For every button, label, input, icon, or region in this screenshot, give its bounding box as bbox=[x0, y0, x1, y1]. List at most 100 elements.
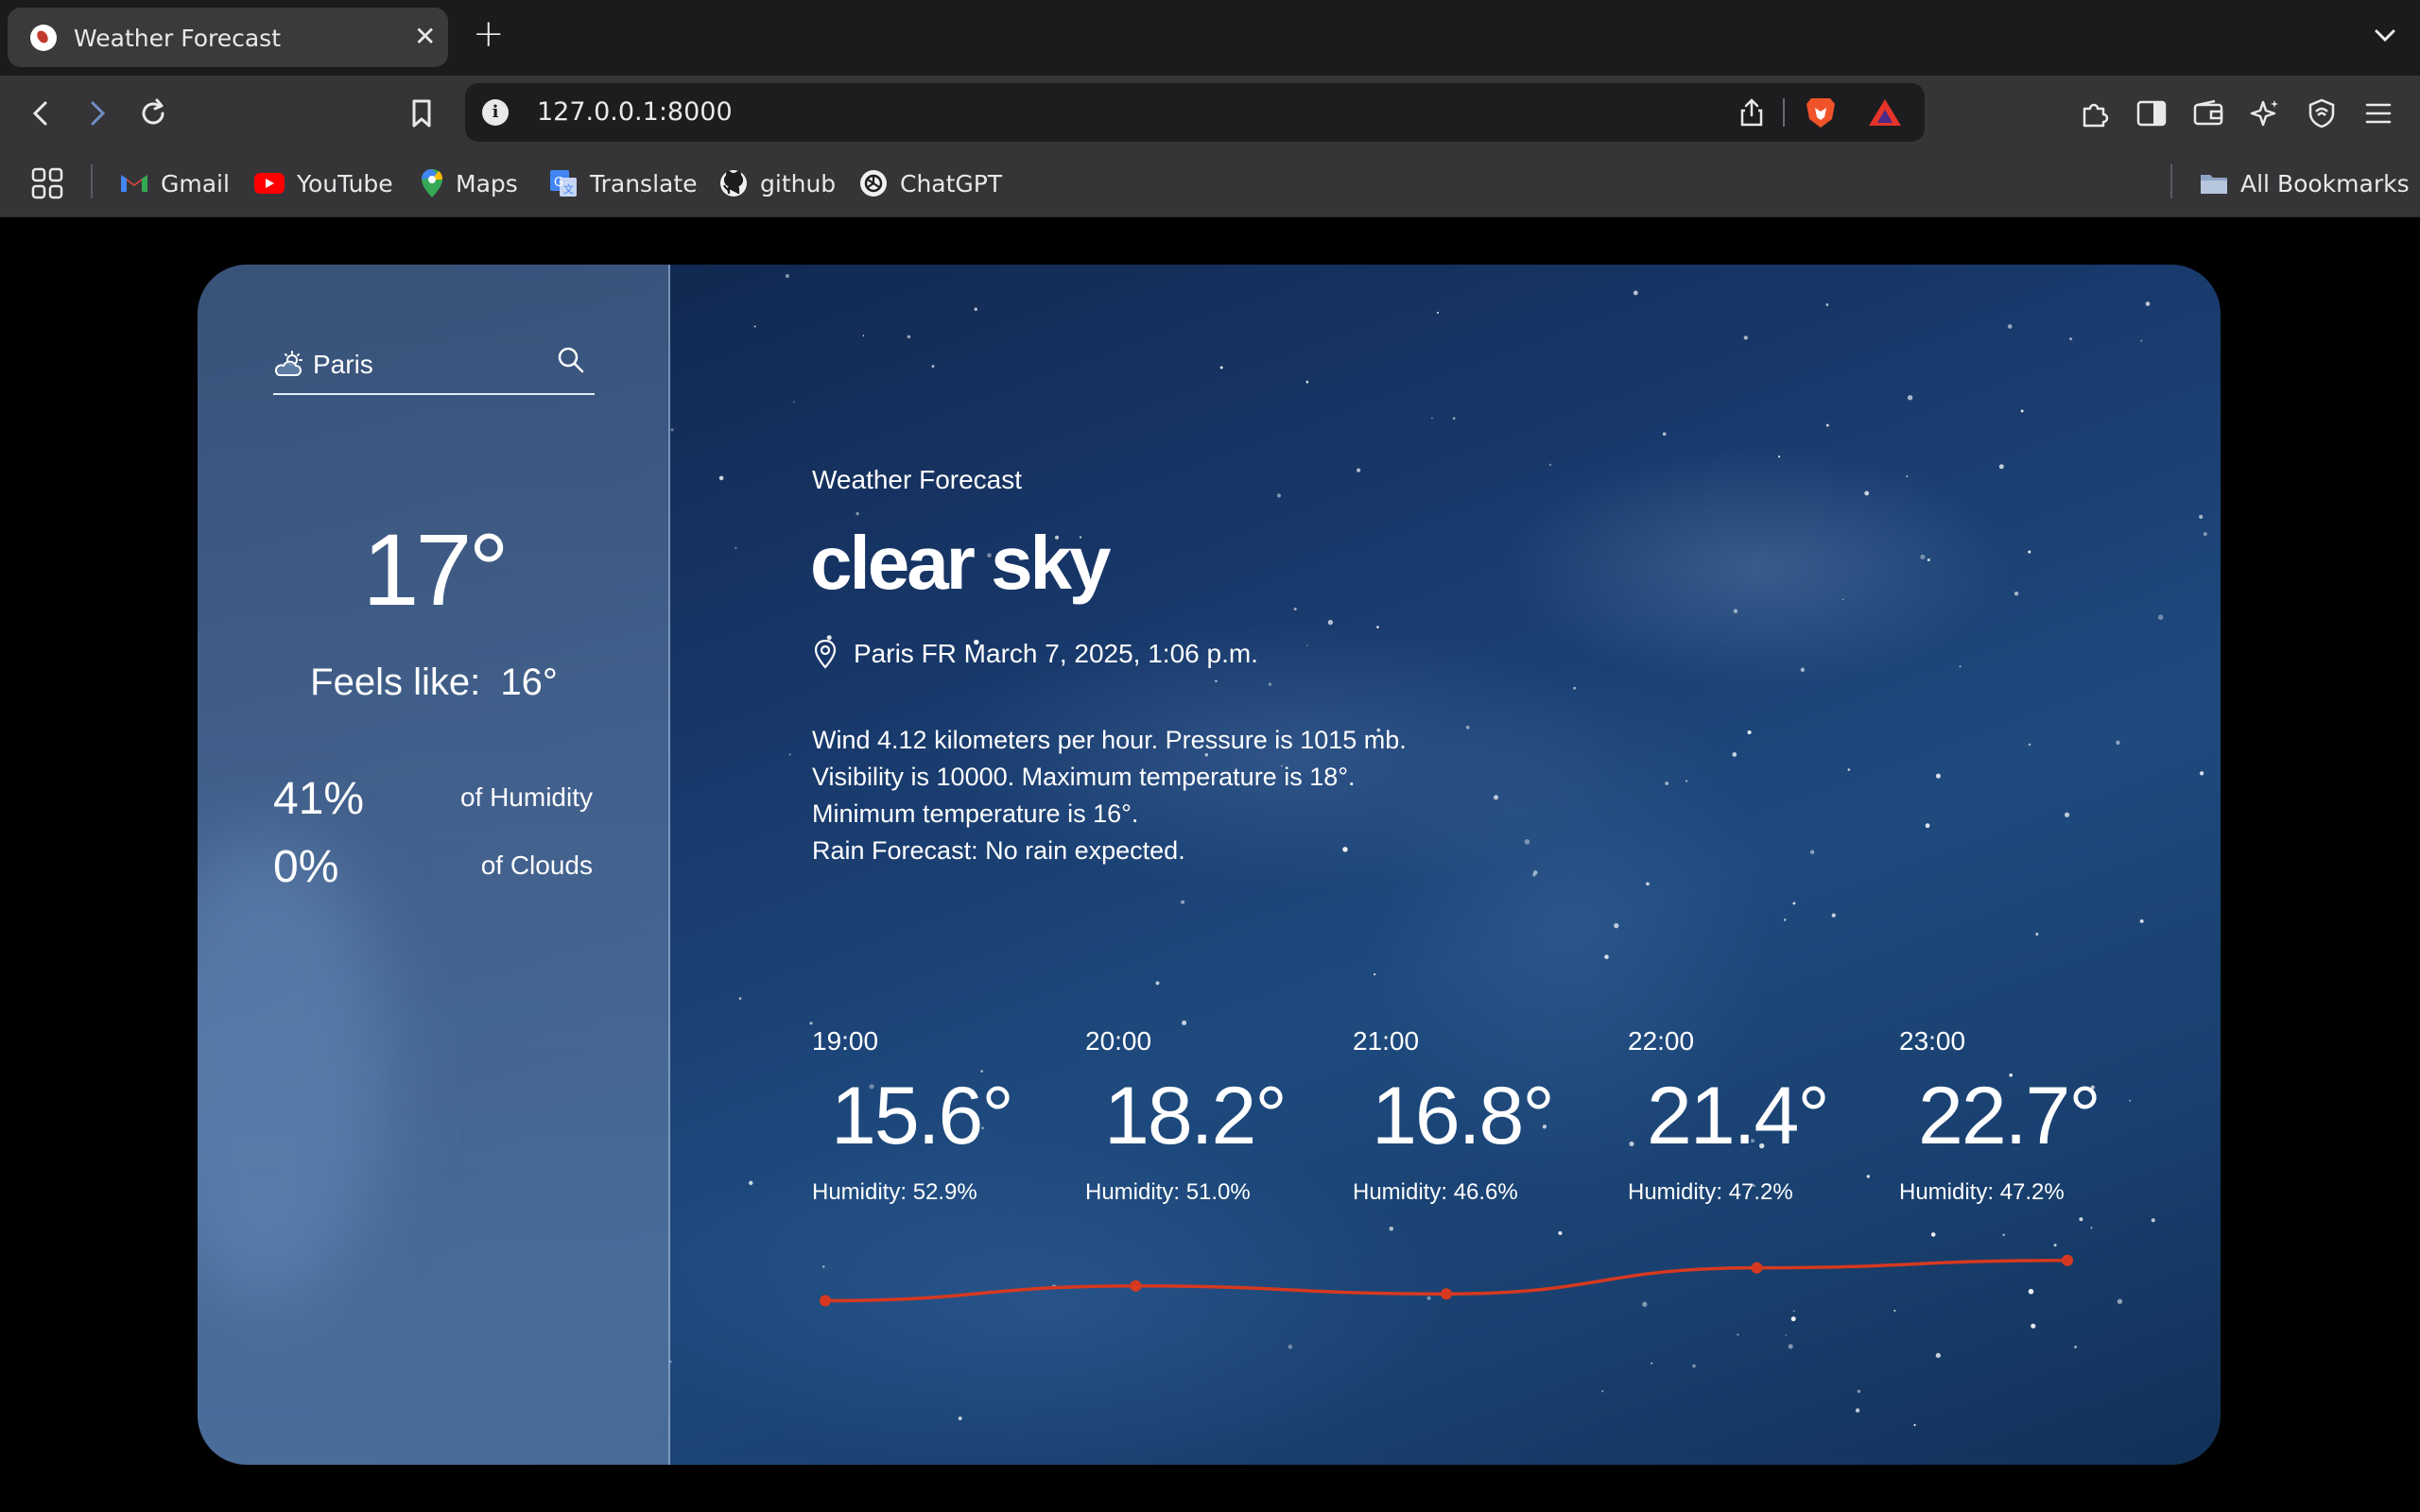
star bbox=[1825, 303, 1829, 306]
forecast-temp: 15.6° bbox=[831, 1071, 1014, 1161]
bookmark-translate[interactable]: G文 Translate bbox=[548, 166, 698, 200]
star bbox=[753, 325, 756, 328]
reload-icon[interactable] bbox=[134, 94, 172, 132]
star bbox=[821, 1264, 825, 1268]
browser-tab[interactable]: Weather Forecast ✕ bbox=[8, 8, 448, 67]
extensions-icon[interactable] bbox=[2076, 94, 2114, 132]
star bbox=[2145, 301, 2151, 306]
forecast-time: 22:00 bbox=[1628, 1026, 1695, 1056]
star bbox=[856, 511, 859, 516]
forecast-time: 20:00 bbox=[1085, 1026, 1152, 1056]
star bbox=[1436, 311, 1440, 314]
new-tab-button[interactable]: + bbox=[473, 15, 505, 53]
star bbox=[1778, 455, 1781, 458]
forecast-item: 23:00 22.7° Humidity: 47.2% bbox=[1899, 1026, 2107, 1206]
brave-shields-icon[interactable] bbox=[1804, 94, 1838, 134]
star bbox=[1825, 423, 1829, 427]
forward-icon[interactable] bbox=[78, 94, 115, 132]
bookmark-icon[interactable] bbox=[403, 94, 441, 132]
sidebar-icon[interactable] bbox=[2133, 94, 2170, 132]
all-bookmarks-button[interactable]: All Bookmarks bbox=[2199, 166, 2410, 200]
star bbox=[2199, 514, 2204, 519]
star bbox=[2065, 812, 2070, 817]
star bbox=[2139, 919, 2144, 923]
leo-ai-icon[interactable] bbox=[2246, 94, 2284, 132]
feels-like: Feels like: 16° bbox=[198, 662, 670, 704]
star bbox=[1913, 1423, 1916, 1427]
star bbox=[2028, 550, 2031, 554]
back-icon[interactable] bbox=[23, 94, 60, 132]
star bbox=[1866, 1175, 1870, 1178]
search-icon[interactable] bbox=[555, 344, 591, 380]
page-viewport: 17° Feels like: 16° 41% of Humidity 0% o… bbox=[0, 217, 2420, 1512]
bookmark-label: github bbox=[760, 169, 837, 198]
star bbox=[1288, 1344, 1293, 1349]
star bbox=[974, 307, 977, 311]
forecast-humidity: Humidity: 46.6% bbox=[1353, 1179, 1518, 1205]
star bbox=[958, 1416, 962, 1420]
url-text[interactable]: 127.0.0.1:8000 bbox=[537, 97, 733, 127]
star bbox=[2028, 1288, 2034, 1295]
forecast-item: 22:00 21.4° Humidity: 47.2% bbox=[1628, 1026, 1836, 1206]
star bbox=[1376, 626, 1379, 628]
bookmark-maps[interactable]: Maps bbox=[420, 166, 518, 200]
star bbox=[931, 365, 935, 368]
bookmark-label: ChatGPT bbox=[900, 169, 1003, 198]
wallet-icon[interactable] bbox=[2189, 94, 2227, 132]
bookmark-youtube[interactable]: YouTube bbox=[253, 166, 393, 200]
star bbox=[788, 753, 791, 756]
forecast-humidity: Humidity: 52.9% bbox=[812, 1179, 977, 1205]
github-icon bbox=[720, 170, 747, 197]
star bbox=[2079, 1217, 2083, 1222]
star bbox=[1389, 1226, 1394, 1231]
weather-condition-title: clear sky bbox=[810, 521, 1112, 605]
city-search-input[interactable] bbox=[313, 346, 549, 384]
all-bookmarks-label: All Bookmarks bbox=[2240, 169, 2410, 198]
address-bar[interactable]: i 127.0.0.1:8000 bbox=[465, 83, 1925, 142]
humidity-label: of Humidity bbox=[459, 782, 593, 812]
star bbox=[1614, 922, 1619, 929]
star bbox=[1155, 981, 1160, 986]
menu-icon[interactable] bbox=[2360, 94, 2397, 132]
star bbox=[1959, 665, 1962, 668]
apps-grid-icon[interactable] bbox=[30, 166, 64, 200]
svg-text:G: G bbox=[554, 176, 563, 190]
star bbox=[1792, 902, 1796, 905]
page-subtitle: Weather Forecast bbox=[812, 465, 1023, 494]
tab-list-chevron-icon[interactable] bbox=[2371, 21, 2399, 53]
star bbox=[1998, 464, 2004, 470]
star bbox=[1935, 773, 1941, 779]
star bbox=[1747, 730, 1752, 735]
star bbox=[1785, 1333, 1788, 1336]
star bbox=[2140, 339, 2143, 342]
forecast-humidity: Humidity: 51.0% bbox=[1085, 1179, 1251, 1205]
star bbox=[2074, 1345, 2078, 1349]
browser-toolbar: i 127.0.0.1:8000 bbox=[0, 76, 2420, 149]
star bbox=[1792, 1310, 1795, 1313]
bookmark-github[interactable]: github bbox=[718, 166, 836, 200]
star bbox=[2007, 324, 2013, 329]
star bbox=[809, 1022, 813, 1025]
forecast-item: 21:00 16.8° Humidity: 46.6% bbox=[1353, 1026, 1561, 1206]
share-icon[interactable] bbox=[1737, 96, 1766, 132]
star bbox=[1532, 870, 1538, 875]
star bbox=[2203, 531, 2207, 537]
bookmark-gmail[interactable]: Gmail bbox=[119, 166, 230, 200]
star bbox=[1809, 850, 1815, 854]
star bbox=[2090, 1227, 2093, 1229]
city-search bbox=[273, 340, 595, 395]
vpn-shield-icon[interactable] bbox=[2303, 94, 2341, 132]
brave-rewards-icon[interactable] bbox=[1866, 96, 1904, 132]
feels-like-label: Feels like: bbox=[310, 662, 481, 703]
close-tab-icon[interactable]: ✕ bbox=[414, 21, 436, 53]
star bbox=[1788, 1344, 1793, 1349]
star bbox=[1732, 752, 1737, 757]
bookmark-chatgpt[interactable]: ChatGPT bbox=[858, 166, 1002, 200]
site-info-icon[interactable]: i bbox=[482, 99, 509, 126]
star bbox=[1906, 475, 1909, 477]
bookmark-label: Maps bbox=[456, 169, 518, 198]
clouds-value: 0% bbox=[273, 842, 339, 892]
star bbox=[1215, 679, 1218, 682]
star bbox=[1847, 768, 1851, 771]
forecast-humidity: Humidity: 47.2% bbox=[1628, 1179, 1793, 1205]
